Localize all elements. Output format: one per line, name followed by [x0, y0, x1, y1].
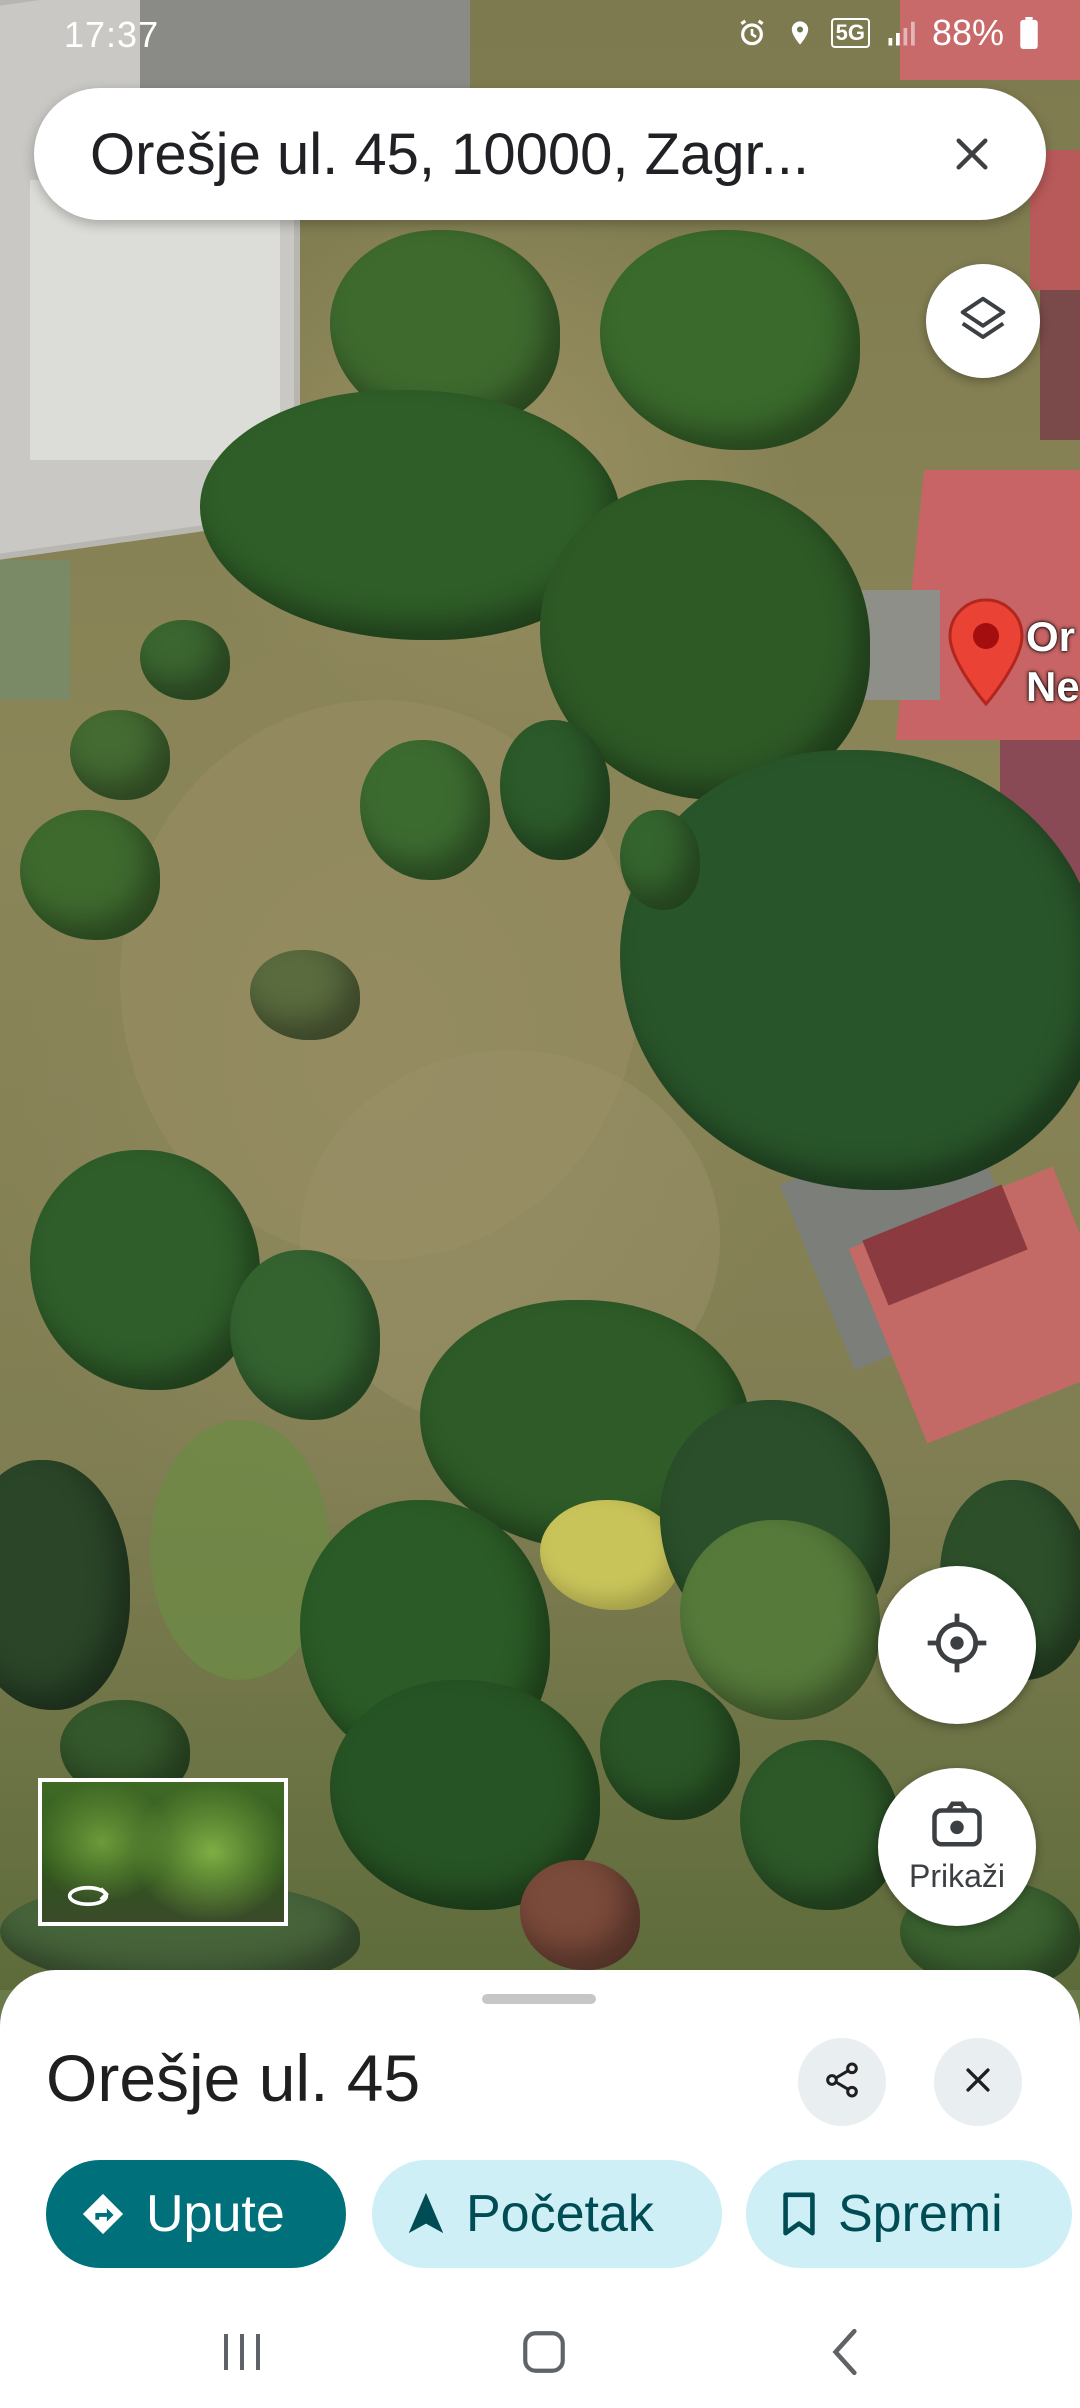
tree: [140, 620, 230, 700]
tree: [230, 1250, 380, 1420]
status-time: 17:37: [64, 14, 160, 55]
directions-label: Upute: [146, 2185, 285, 2243]
share-icon: [822, 2060, 862, 2105]
street-view-thumbnail[interactable]: [38, 1778, 288, 1926]
save-label: Spremi: [838, 2185, 1003, 2243]
recents-icon[interactable]: [202, 2322, 282, 2382]
my-location-button[interactable]: [878, 1566, 1036, 1724]
drag-handle[interactable]: [482, 1994, 596, 2004]
bookmark-icon: [780, 2191, 818, 2237]
tree: [30, 1150, 260, 1390]
alarm-icon: [735, 16, 769, 50]
status-bar: 17:37 5G 88%: [0, 0, 1080, 72]
building: [0, 560, 70, 700]
place-title: Orešje ul. 45: [46, 2041, 421, 2115]
navigation-arrow-icon: [406, 2191, 446, 2237]
layers-button[interactable]: [926, 264, 1040, 378]
start-navigation-button[interactable]: Početak: [372, 2160, 722, 2268]
place-marker[interactable]: [948, 598, 1024, 708]
home-icon[interactable]: [504, 2322, 584, 2382]
status-icons: 5G 88%: [735, 12, 1040, 54]
system-nav-bar: [0, 2300, 1080, 2408]
tree: [680, 1520, 880, 1720]
street-view-button[interactable]: Prikaži: [878, 1768, 1036, 1926]
directions-icon: [80, 2191, 126, 2237]
tree: [540, 1500, 680, 1610]
directions-button[interactable]: Upute: [46, 2160, 346, 2268]
share-button[interactable]: [798, 2038, 886, 2126]
tree: [70, 710, 170, 800]
battery-percent: 88%: [931, 12, 1004, 53]
signal-icon: [884, 16, 918, 50]
building: [30, 180, 280, 460]
search-bar[interactable]: Orešje ul. 45, 10000, Zagr...: [34, 88, 1046, 220]
building: [1040, 290, 1080, 440]
tree: [600, 1680, 740, 1820]
layers-icon: [956, 292, 1010, 351]
back-icon[interactable]: [806, 2322, 886, 2382]
close-sheet-button[interactable]: [934, 2038, 1022, 2126]
marker-label: Or Ne: [1026, 613, 1080, 710]
street-view-camera-icon: [930, 1799, 984, 1854]
tree: [20, 810, 160, 940]
5g-icon: 5G: [830, 18, 870, 48]
my-location-icon: [925, 1611, 989, 1680]
rotate-360-icon: [66, 1882, 110, 1915]
tree: [600, 230, 860, 450]
close-icon[interactable]: [942, 124, 1002, 184]
tree: [520, 1860, 640, 1970]
street-view-label: Prikaži: [908, 1858, 1005, 1894]
battery-icon: [1018, 16, 1040, 50]
location-icon: [783, 16, 817, 50]
save-button[interactable]: Spremi: [746, 2160, 1072, 2268]
tree: [620, 750, 1080, 1190]
tree: [740, 1740, 900, 1910]
tree: [0, 1460, 130, 1710]
close-icon: [961, 2063, 995, 2102]
search-query[interactable]: Orešje ul. 45, 10000, Zagr...: [90, 121, 930, 188]
start-label: Početak: [466, 2185, 654, 2243]
